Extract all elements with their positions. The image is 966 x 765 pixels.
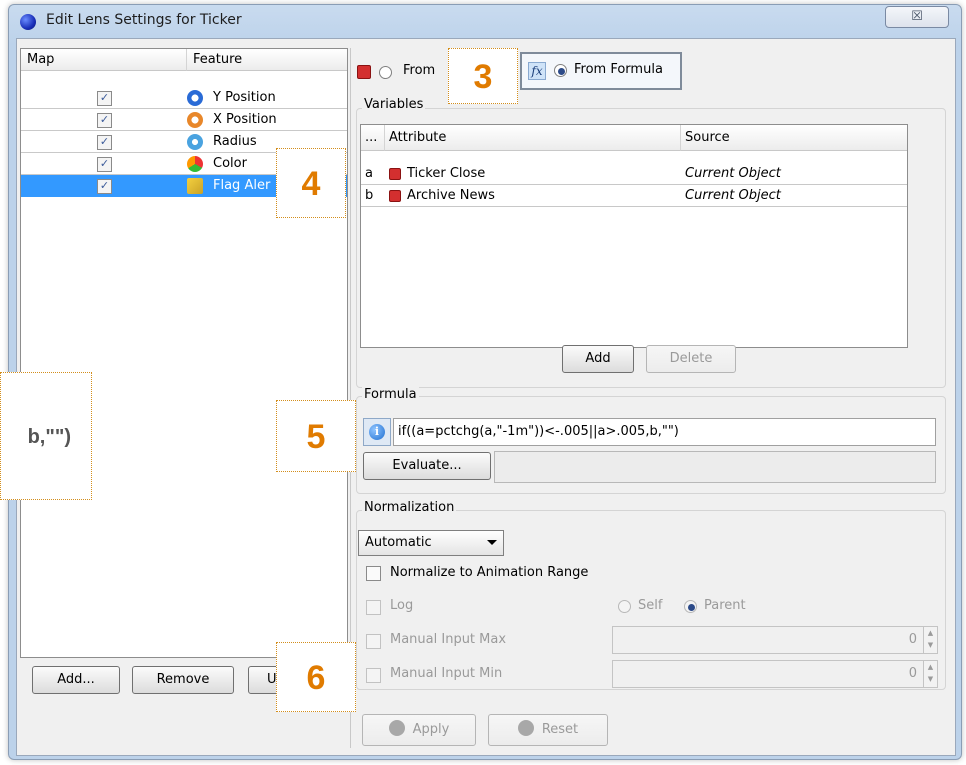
source-column-header[interactable]: Source — [681, 125, 907, 151]
manual-min-spinner[interactable]: ▲ ▼ — [923, 661, 937, 687]
feature-column-header[interactable]: Feature — [187, 49, 347, 71]
evaluation-result — [494, 451, 936, 483]
callout-4: 4 — [276, 148, 346, 218]
map-checkbox[interactable]: ✓ — [97, 91, 112, 106]
attribute-source: Current Object — [685, 188, 781, 203]
delete-variable-button[interactable]: Delete — [646, 345, 736, 373]
variable-row-a[interactable]: a Ticker Close Current Object — [361, 163, 907, 185]
variables-table: ... Attribute Source a Ticker Close Curr… — [360, 124, 908, 348]
feature-row-x-position[interactable]: ✓ X Position — [21, 109, 347, 131]
manual-max-spinner[interactable]: ▲ ▼ — [923, 627, 937, 653]
feature-label: X Position — [213, 112, 277, 127]
add-variable-button[interactable]: Add — [562, 345, 634, 373]
y-position-icon — [187, 90, 203, 106]
attribute-column-header[interactable]: Attribute — [385, 125, 681, 151]
feature-label: Flag Aler — [213, 178, 271, 193]
normalization-dropdown-value: Automatic — [365, 535, 432, 550]
callout-3: 3 — [448, 48, 518, 104]
close-icon: ☒ — [911, 9, 923, 24]
from-attribute-radio[interactable] — [379, 66, 392, 79]
info-icon: i — [369, 424, 385, 440]
map-checkbox[interactable]: ✓ — [97, 135, 112, 150]
manual-max-input[interactable]: 0 — [612, 626, 938, 654]
window-title: Edit Lens Settings for Ticker — [46, 12, 242, 28]
callout-5: 5 — [276, 400, 356, 472]
color-icon — [187, 156, 203, 172]
from-formula-label: From Formula — [574, 62, 663, 77]
normalization-dropdown[interactable]: Automatic — [358, 530, 504, 556]
callout-6: 6 — [276, 642, 356, 712]
reset-label: Reset — [541, 722, 579, 737]
manual-min-label: Manual Input Min — [390, 666, 503, 681]
add-feature-button[interactable]: Add... — [32, 666, 120, 694]
manual-min-input[interactable]: 0 — [612, 660, 938, 688]
close-button[interactable]: ☒ — [885, 6, 949, 28]
self-label: Self — [638, 598, 663, 613]
attribute-icon — [389, 190, 401, 202]
normalize-animation-checkbox[interactable] — [366, 566, 381, 581]
flag-alert-icon — [187, 178, 203, 194]
from-formula-radio[interactable] — [554, 64, 567, 77]
apply-label: Apply — [412, 722, 450, 737]
chevron-down-icon — [487, 540, 497, 545]
map-checkbox[interactable]: ✓ — [97, 113, 112, 128]
self-radio[interactable] — [618, 600, 631, 613]
callout-formula-tail: b,"") — [0, 372, 92, 500]
attribute-name: Archive News — [407, 188, 495, 203]
attribute-icon — [389, 168, 401, 180]
parent-label: Parent — [704, 598, 746, 613]
map-checkbox[interactable]: ✓ — [97, 157, 112, 172]
map-checkbox[interactable]: ✓ — [97, 179, 112, 194]
normalize-animation-label: Normalize to Animation Range — [390, 565, 589, 580]
normalization-group-label: Normalization — [362, 500, 457, 515]
app-icon — [20, 14, 36, 30]
apply-icon — [388, 720, 405, 736]
x-position-icon — [187, 112, 203, 128]
variable-row-b[interactable]: b Archive News Current Object — [361, 185, 907, 207]
reset-icon — [517, 720, 534, 736]
from-formula-option[interactable]: fx From Formula — [520, 52, 682, 90]
formula-info-button[interactable]: i — [363, 418, 391, 446]
formula-fx-icon: fx — [528, 62, 546, 80]
log-label: Log — [390, 598, 414, 613]
apply-button[interactable]: Apply — [362, 714, 476, 746]
variables-group-label: Variables — [362, 97, 426, 112]
evaluate-button[interactable]: Evaluate... — [363, 452, 491, 480]
manual-min-checkbox[interactable] — [366, 668, 381, 683]
feature-row-y-position[interactable]: ✓ Y Position — [21, 87, 347, 109]
feature-label: Y Position — [213, 90, 276, 105]
map-column-header[interactable]: Map — [21, 49, 187, 71]
var-column-header[interactable]: ... — [361, 125, 385, 151]
parent-radio[interactable] — [684, 600, 697, 613]
feature-label: Color — [213, 156, 247, 171]
attribute-source: Current Object — [685, 166, 781, 181]
reset-button[interactable]: Reset — [488, 714, 608, 746]
attribute-name: Ticker Close — [407, 166, 486, 181]
from-attribute-label: From — [403, 63, 436, 78]
var-name: a — [365, 166, 373, 181]
var-name: b — [365, 188, 374, 203]
radius-icon — [187, 134, 203, 150]
attribute-icon — [357, 65, 371, 79]
feature-map-table: Map Feature ✓ Y Position ✓ X Position ✓ … — [20, 48, 348, 658]
formula-input[interactable]: if((a=pctchg(a,"-1m"))<-.005||a>.005,b,"… — [393, 418, 936, 446]
manual-max-checkbox[interactable] — [366, 634, 381, 649]
log-checkbox[interactable] — [366, 600, 381, 615]
formula-group-label: Formula — [362, 387, 419, 402]
remove-feature-button[interactable]: Remove — [132, 666, 234, 694]
manual-max-label: Manual Input Max — [390, 632, 507, 647]
callout-arrow — [92, 406, 124, 470]
feature-label: Radius — [213, 134, 257, 149]
